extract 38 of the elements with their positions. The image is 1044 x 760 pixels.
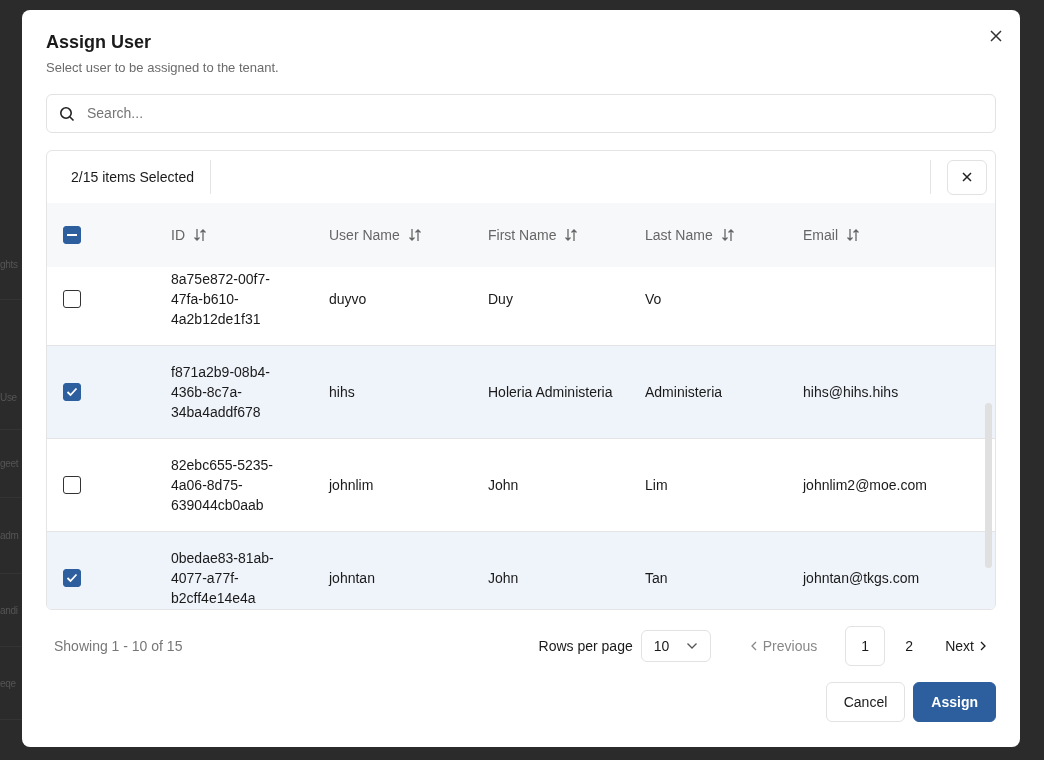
rows-per-page-label: Rows per page bbox=[538, 636, 633, 656]
column-header[interactable]: Email bbox=[803, 224, 838, 246]
table-cell-text: 82ebc655-5235-4a06-8d75-639044cb0aab bbox=[171, 456, 274, 516]
column-header[interactable]: Last Name bbox=[645, 224, 713, 246]
next-button[interactable]: Next bbox=[935, 635, 996, 657]
column-header[interactable]: User Name bbox=[329, 224, 400, 246]
column-header[interactable]: ID bbox=[171, 224, 185, 246]
table-cell-text: duyvo bbox=[329, 290, 368, 310]
table-cell-text: johntan bbox=[329, 569, 376, 589]
table-cell-text: f871a2b9-08b4-436b-8c7a-34ba4addf678 bbox=[171, 363, 271, 423]
cancel-button[interactable]: Cancel bbox=[825, 682, 906, 723]
table-cell-text: John bbox=[488, 476, 520, 496]
table-cell-text: Holeria Administeria bbox=[488, 383, 614, 403]
table-cell-text: Administeria bbox=[645, 383, 724, 403]
assign-button[interactable]: Assign bbox=[913, 682, 996, 723]
table-cell-text: Duy bbox=[488, 290, 514, 310]
table-cell-text: hihs bbox=[329, 383, 356, 403]
table-cell-text: johntan@tkgs.com bbox=[803, 569, 921, 589]
table-cell-text: Lim bbox=[645, 476, 669, 496]
page-button[interactable]: 1 bbox=[845, 626, 886, 667]
table-cell-text: hihs@hihs.hihs bbox=[803, 383, 900, 403]
table-cell-text: johnlim2@moe.com bbox=[803, 476, 928, 496]
pagination-summary: Showing 1 - 10 of 15 bbox=[54, 636, 183, 656]
column-header[interactable]: First Name bbox=[488, 224, 557, 246]
selection-count: 2/15 items Selected bbox=[71, 160, 211, 195]
table-row[interactable]: f871a2b9-08b4-436b-8c7a-34ba4addf678 hihs Holeria Administeria Administeria hihs@hihs.hihs bbox=[47, 346, 995, 440]
dialog-subtitle: Select user to be assigned to the tenant. bbox=[46, 58, 280, 77]
table-cell-text: Tan bbox=[645, 569, 669, 589]
table-cell-text: 8a75e872-00f7-47fa-b610-4a2b12de1f31 bbox=[171, 270, 271, 330]
table-cell-text: 0bedae83-81ab-4077-a77f-b2cff4e14e4a bbox=[171, 549, 275, 609]
table-cell-text: John bbox=[488, 569, 520, 589]
dialog-title: Assign User bbox=[46, 32, 153, 54]
table-cell-text: johnlim bbox=[329, 476, 375, 496]
rows-per-page-select[interactable]: 10 bbox=[640, 630, 711, 663]
table-row[interactable]: 0bedae83-81ab-4077-a77f-b2cff4e14e4a johntan John Tan johntan@tkgs.com bbox=[47, 532, 995, 610]
search-field[interactable]: Search... bbox=[46, 94, 996, 134]
page-button[interactable]: 2 bbox=[889, 626, 930, 667]
table-cell-text: Vo bbox=[645, 290, 663, 310]
